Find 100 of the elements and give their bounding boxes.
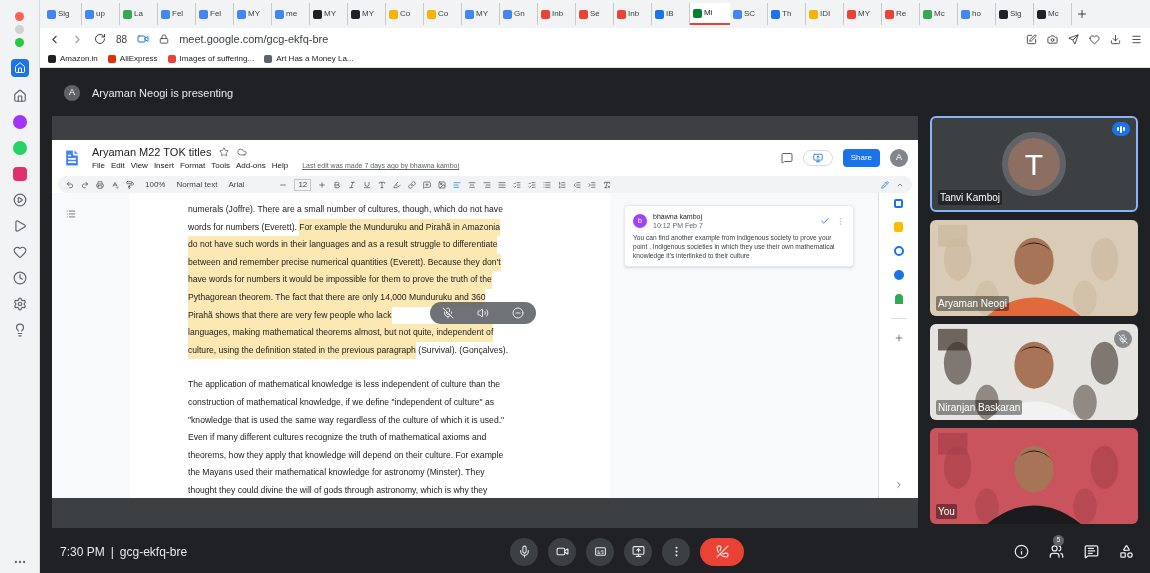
checklist-icon[interactable]	[528, 180, 537, 189]
mic-off-icon[interactable]	[441, 307, 454, 319]
link-icon[interactable]	[408, 180, 417, 189]
italic-icon[interactable]	[348, 180, 357, 189]
menu-item[interactable]: File	[92, 160, 105, 173]
line-spacing-icon[interactable]	[513, 180, 522, 189]
bookmark-link[interactable]: Amazon.in	[60, 52, 98, 65]
underline-icon[interactable]	[363, 180, 372, 189]
print-icon[interactable]	[96, 180, 104, 189]
participant-tile[interactable]: Niranjan Baskaran	[930, 324, 1138, 420]
image-icon[interactable]	[438, 180, 447, 189]
redo-icon[interactable]	[81, 180, 89, 189]
camera-icon[interactable]	[1047, 33, 1058, 45]
settings-icon[interactable]	[12, 297, 27, 311]
editing-mode-icon[interactable]	[881, 180, 889, 189]
highlighter-icon[interactable]	[393, 180, 402, 189]
paint-format-icon[interactable]	[126, 180, 134, 189]
people-icon[interactable]	[1049, 544, 1064, 559]
share-button[interactable]: Share	[842, 149, 880, 167]
chat-icon[interactable]	[1084, 544, 1099, 559]
browser-tab[interactable]: Sig	[996, 3, 1034, 25]
send-icon[interactable]	[1068, 33, 1079, 45]
play-circle-icon[interactable]	[12, 193, 27, 207]
download-icon[interactable]	[1110, 33, 1121, 45]
clock-icon[interactable]	[12, 271, 27, 285]
browser-tab[interactable]: Mi	[690, 3, 730, 25]
browser-tab[interactable]: up	[82, 3, 120, 25]
resolve-icon[interactable]	[820, 216, 830, 226]
zoom-dropdown[interactable]: 100%	[145, 178, 166, 191]
outline-icon[interactable]	[66, 209, 76, 219]
bookmark-link[interactable]: Images of suffering...	[179, 52, 255, 65]
activities-icon[interactable]	[1119, 544, 1134, 559]
comment-card[interactable]	[624, 205, 854, 267]
microphone-button[interactable]	[510, 537, 538, 566]
document-title[interactable]: Aryaman M22 TOK titles	[92, 143, 212, 161]
menu-item[interactable]: Tools	[211, 160, 230, 173]
browser-tab[interactable]: IDI	[806, 3, 844, 25]
browser-tab[interactable]: MY	[234, 3, 272, 25]
undo-icon[interactable]	[66, 180, 74, 189]
numbered-list-icon[interactable]	[558, 180, 567, 189]
plus-icon[interactable]	[318, 180, 327, 189]
browser-tab[interactable]: Th	[768, 3, 806, 25]
camera-button[interactable]	[548, 537, 576, 566]
captions-button[interactable]	[586, 537, 614, 566]
play-icon[interactable]	[12, 219, 27, 233]
menu-item[interactable]: Edit	[110, 160, 125, 173]
camera-icon[interactable]	[137, 33, 150, 45]
align-right-icon[interactable]	[483, 180, 492, 189]
browser-tab[interactable]: Inb	[614, 3, 652, 25]
spellcheck-icon[interactable]	[111, 180, 119, 189]
volume-icon[interactable]	[477, 307, 489, 319]
browser-tab[interactable]: Inb	[538, 3, 576, 25]
extensions-label[interactable]: 88	[116, 31, 128, 47]
menu-item[interactable]: Insert	[153, 160, 174, 173]
cloud-icon[interactable]	[237, 147, 248, 157]
bold-icon[interactable]	[333, 180, 342, 189]
participant-tile[interactable]: Aryaman Neogi	[930, 220, 1138, 316]
browser-tab[interactable]: Fel	[158, 3, 196, 25]
menu-item[interactable]: Add-ons	[235, 160, 266, 173]
browser-tab[interactable]: MY	[844, 3, 882, 25]
browser-tab[interactable]: Re	[882, 3, 920, 25]
reload-icon[interactable]	[94, 33, 106, 45]
home-button[interactable]	[10, 59, 29, 77]
bookmark-link[interactable]: AliExpress	[119, 52, 158, 65]
menu-item[interactable]: Help	[271, 160, 289, 173]
style-dropdown[interactable]: Normal text	[176, 178, 218, 191]
leave-call-button[interactable]	[700, 537, 744, 566]
menu-item[interactable]: Format	[179, 160, 206, 173]
browser-tab[interactable]: Sig	[44, 3, 82, 25]
browser-tab[interactable]: Co	[386, 3, 424, 25]
star-icon[interactable]	[219, 147, 230, 157]
browser-tab[interactable]: Gn	[500, 3, 538, 25]
user-avatar[interactable]: A	[890, 149, 908, 167]
info-icon[interactable]	[1014, 544, 1029, 559]
participant-tile[interactable]: You	[930, 428, 1138, 524]
edit-icon[interactable]	[1026, 33, 1037, 45]
browser-tab[interactable]: Mc	[1034, 3, 1072, 25]
heart-icon[interactable]	[12, 245, 27, 259]
text-color-icon[interactable]	[378, 180, 387, 189]
present-button[interactable]	[624, 537, 652, 566]
menu-item[interactable]: View	[130, 160, 148, 173]
browser-tab[interactable]: Mc	[920, 3, 958, 25]
align-left-icon[interactable]	[453, 180, 462, 189]
align-center-icon[interactable]	[468, 180, 477, 189]
justify-icon[interactable]	[498, 180, 507, 189]
browser-tab[interactable]: MY	[462, 3, 500, 25]
clear-format-icon[interactable]	[603, 180, 612, 189]
font-size-field[interactable]: 12	[294, 178, 312, 191]
home-icon[interactable]	[12, 89, 27, 103]
url-field[interactable]: meet.google.com/gcg-ekfq-bre	[179, 30, 329, 48]
menu-icon[interactable]	[1131, 33, 1142, 45]
browser-tab[interactable]: me	[272, 3, 310, 25]
browser-tab[interactable]: La	[120, 3, 158, 25]
add-icon[interactable]	[893, 333, 904, 343]
participant-tile[interactable]: T Tanvi Kamboj	[930, 116, 1138, 212]
browser-tab[interactable]: Se	[576, 3, 614, 25]
browser-tab[interactable]: Fel	[196, 3, 234, 25]
browser-tab[interactable]: SC	[730, 3, 768, 25]
browser-tab[interactable]: Co	[424, 3, 462, 25]
more-options-button[interactable]	[662, 537, 690, 566]
